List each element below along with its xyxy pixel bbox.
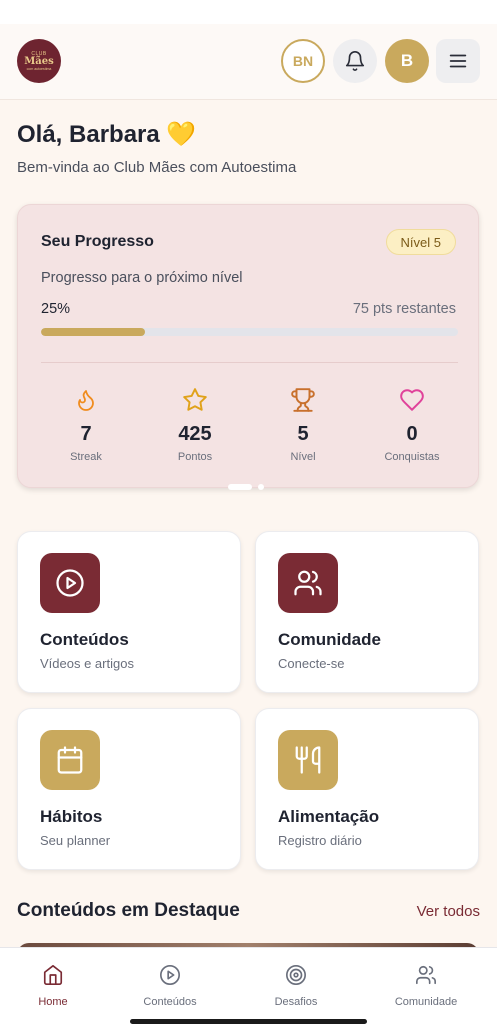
greeting-subtitle: Bem-vinda ao Club Mães com Autoestima (17, 159, 297, 176)
next-level-label: Progresso para o próximo nível (41, 270, 243, 286)
stat-streak-label: Streak (70, 451, 102, 463)
nav-desafios-label: Desafios (274, 996, 318, 1008)
bottom-navigation: Home Conteúdos Desafios Comunidade (0, 947, 497, 1024)
tile-habitos-icon-box (40, 730, 100, 790)
tile-alimentacao-subtitle: Registro diário (278, 833, 362, 848)
notifications-button[interactable] (333, 39, 377, 83)
users-icon (416, 965, 436, 985)
logo-main-text: Mães (24, 55, 54, 67)
tile-habitos[interactable]: Hábitos Seu planner (17, 708, 241, 870)
tile-conteudos-icon-box (40, 553, 100, 613)
stat-level-label: Nível (290, 451, 316, 463)
logo-sub-text: com autoestima (26, 66, 52, 71)
club-logo[interactable]: CLUB Mães com autoestima (17, 39, 61, 83)
stat-streak: 7 Streak (36, 387, 136, 463)
tile-comunidade-subtitle: Conecte-se (278, 656, 345, 671)
star-icon (183, 388, 207, 411)
flame-icon (78, 390, 94, 411)
home-icon (43, 965, 63, 985)
progress-bar-fill (41, 328, 146, 336)
menu-button[interactable] (436, 39, 480, 83)
users-icon (294, 570, 322, 596)
heart-icon (400, 389, 424, 411)
avatar-button[interactable]: B (385, 39, 429, 83)
stat-points-value: 425 (178, 423, 212, 445)
tile-comunidade-title: Comunidade (278, 630, 381, 649)
nav-comunidade-label: Comunidade (394, 996, 458, 1008)
stat-points: 425 Pontos (145, 387, 245, 463)
stat-achievements-value: 0 (406, 423, 418, 445)
level-badge: Nível 5 (385, 229, 456, 255)
tile-conteudos-subtitle: Vídeos e artigos (40, 656, 134, 671)
nav-home[interactable]: Home (0, 964, 115, 1008)
tile-alimentacao-icon-box (278, 730, 338, 790)
points-remaining: 75 pts restantes (352, 301, 456, 317)
tile-comunidade[interactable]: Comunidade Conecte-se (255, 531, 479, 693)
featured-section-title: Conteúdos em Destaque (17, 900, 240, 921)
tile-conteudos[interactable]: Conteúdos Vídeos e artigos (17, 531, 241, 693)
progress-bar (41, 328, 458, 336)
stat-achievements: 0 Conquistas (362, 387, 462, 463)
play-circle-icon (56, 569, 84, 597)
greeting-title: Olá, Barbara 💛 (17, 121, 197, 148)
tile-alimentacao[interactable]: Alimentação Registro diário (255, 708, 479, 870)
nav-conteudos[interactable]: Conteúdos (108, 964, 232, 1008)
tile-conteudos-title: Conteúdos (40, 630, 129, 649)
hamburger-icon (449, 54, 467, 68)
target-icon (286, 965, 306, 985)
home-indicator (130, 1019, 367, 1024)
status-bar (0, 0, 497, 24)
tile-comunidade-icon-box (278, 553, 338, 613)
profile-initials-button[interactable]: BN (281, 39, 325, 83)
app-header: CLUB Mães com autoestima BN B (0, 24, 497, 100)
divider (41, 362, 458, 363)
progress-title: Seu Progresso (41, 233, 154, 250)
tile-habitos-subtitle: Seu planner (40, 833, 111, 848)
see-all-link[interactable]: Ver todos (417, 903, 480, 920)
stat-level: 5 Nível (253, 387, 353, 463)
tile-habitos-title: Hábitos (40, 807, 103, 826)
calendar-icon (57, 746, 83, 774)
tile-alimentacao-title: Alimentação (278, 807, 380, 826)
carousel-dots[interactable] (228, 484, 264, 490)
carousel-dot[interactable] (258, 484, 264, 490)
progress-percent: 25% (41, 301, 71, 317)
progress-card[interactable]: Seu Progresso Nível 5 Progresso para o p… (17, 204, 479, 490)
nav-desafios[interactable]: Desafios (234, 964, 358, 1008)
stat-achievements-label: Conquistas (384, 451, 440, 463)
bell-icon (345, 51, 365, 71)
nav-home-label: Home (38, 996, 68, 1008)
play-circle-icon (160, 965, 180, 985)
stat-points-label: Pontos (177, 451, 213, 463)
stat-level-value: 5 (297, 423, 309, 445)
carousel-dot-active[interactable] (228, 484, 252, 490)
trophy-icon (291, 388, 315, 412)
stat-streak-value: 7 (80, 423, 92, 445)
nav-conteudos-label: Conteúdos (143, 996, 197, 1008)
nav-comunidade[interactable]: Comunidade (364, 964, 488, 1008)
utensils-icon (295, 746, 321, 774)
